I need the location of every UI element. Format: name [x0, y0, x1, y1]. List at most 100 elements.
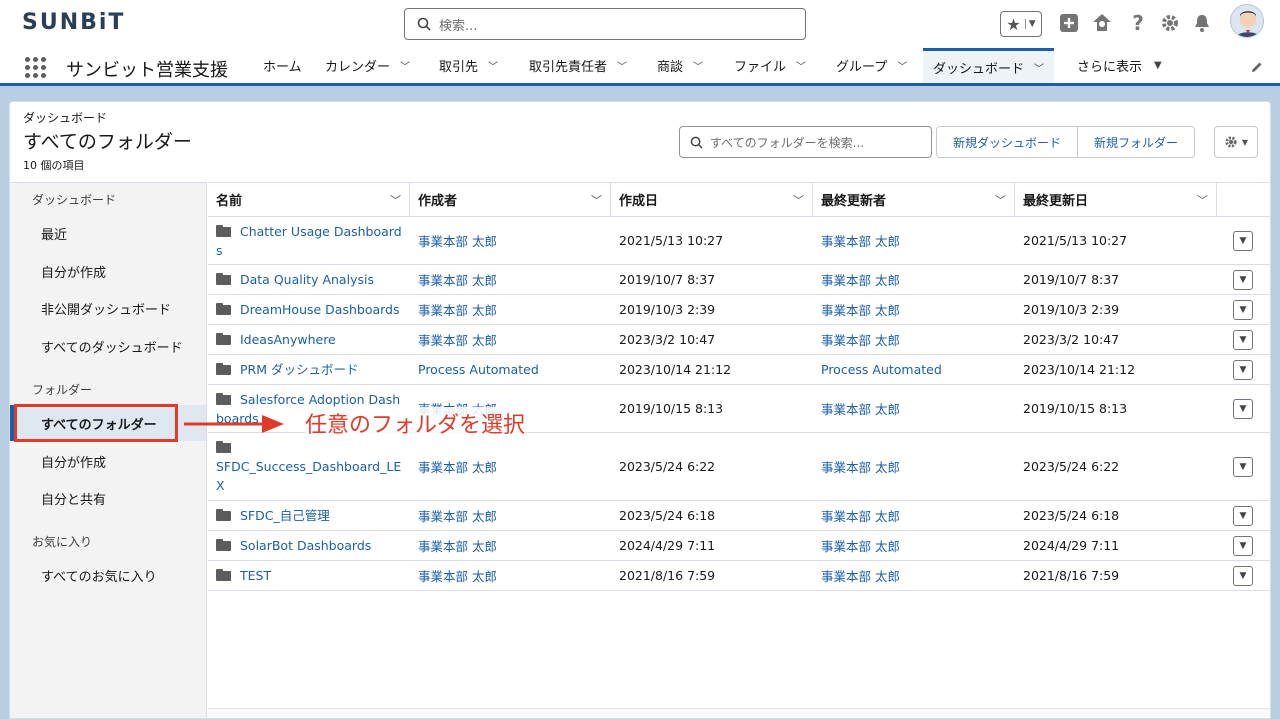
folder-link[interactable]: TEST: [216, 566, 271, 585]
cell-modified-by-link[interactable]: 事業本部 太郎: [813, 501, 1015, 530]
edit-nav-pencil-icon[interactable]: [1250, 59, 1266, 75]
cell-folder-name: SFDC_自己管理: [208, 501, 410, 530]
folder-link[interactable]: IdeasAnywhere: [216, 330, 336, 349]
chevron-down-icon[interactable]: ﹀: [897, 58, 907, 73]
setup-gear-button[interactable]: [1159, 12, 1181, 34]
folder-icon: [216, 273, 231, 285]
nav-tab-calendar[interactable]: カレンダー ﹀: [325, 48, 410, 83]
user-avatar[interactable]: [1230, 4, 1264, 38]
chevron-down-icon[interactable]: ﹀: [796, 58, 806, 73]
header-action-buttons: 新規ダッシュボード 新規フォルダー: [936, 126, 1196, 158]
folder-link[interactable]: SFDC_Success_Dashboard_LEX: [216, 438, 402, 495]
chevron-down-icon[interactable]: ﹀: [488, 58, 498, 73]
column-header-created-by[interactable]: 作成者 ﹀: [410, 182, 611, 217]
mountain-icon: [1093, 14, 1111, 31]
folder-link[interactable]: DreamHouse Dashboards: [216, 300, 400, 319]
new-folder-button[interactable]: 新規フォルダー: [1077, 127, 1195, 157]
column-header-created-date[interactable]: 作成日 ﹀: [611, 182, 813, 217]
new-dashboard-button[interactable]: 新規ダッシュボード: [937, 127, 1078, 157]
chevron-down-icon[interactable]: ﹀: [693, 58, 703, 73]
cell-created-by-link[interactable]: 事業本部 太郎: [410, 295, 611, 324]
row-actions-menu-button[interactable]: ▼: [1233, 457, 1253, 477]
notifications-button[interactable]: [1191, 12, 1213, 34]
row-actions-menu-button[interactable]: ▼: [1233, 399, 1253, 419]
folder-link[interactable]: Data Quality Analysis: [216, 270, 374, 289]
trailhead-button[interactable]: [1091, 12, 1113, 34]
sidebar-item-folders-created-by-me[interactable]: 自分が作成: [10, 443, 206, 479]
row-actions-menu-button[interactable]: ▼: [1233, 231, 1253, 251]
app-launcher-icon[interactable]: [25, 57, 47, 79]
nav-tab-files[interactable]: ファイル ﹀: [734, 48, 806, 83]
row-actions-menu-button[interactable]: ▼: [1233, 330, 1253, 350]
nav-more-menu[interactable]: さらに表示 ▼: [1077, 48, 1162, 83]
cell-created-by-link[interactable]: 事業本部 太郎: [410, 501, 611, 530]
star-icon: ★: [1006, 14, 1021, 34]
cell-created-by-link[interactable]: 事業本部 太郎: [410, 265, 611, 294]
list-settings-button[interactable]: ▼: [1214, 126, 1258, 158]
cell-modified-by-link[interactable]: 事業本部 太郎: [813, 325, 1015, 354]
sidebar-item-created-by-me[interactable]: 自分が作成: [10, 253, 206, 289]
chevron-down-icon[interactable]: ﹀: [591, 192, 602, 208]
cell-modified-by-link[interactable]: 事業本部 太郎: [813, 561, 1015, 590]
row-actions-menu-button[interactable]: ▼: [1233, 566, 1253, 586]
favorites-button[interactable]: ★ ▼: [1000, 11, 1042, 37]
cell-created-by-link[interactable]: 事業本部 太郎: [410, 325, 611, 354]
cell-created-by-link[interactable]: 事業本部 太郎: [410, 433, 611, 500]
nav-tab-dashboards[interactable]: ダッシュボード ﹀: [923, 48, 1055, 83]
cell-modified-by-link[interactable]: 事業本部 太郎: [813, 385, 1015, 432]
cell-created-by-link[interactable]: 事業本部 太郎: [410, 217, 611, 264]
nav-tab-contacts[interactable]: 取引先責任者 ﹀: [529, 48, 627, 83]
chevron-down-icon[interactable]: ﹀: [617, 58, 627, 73]
cell-created-date: 2023/5/24 6:22: [619, 459, 716, 474]
sidebar-item-all-dashboards[interactable]: すべてのダッシュボード: [10, 328, 206, 364]
caret-down-icon[interactable]: ▼: [1154, 60, 1162, 71]
chevron-down-icon[interactable]: ﹀: [793, 192, 804, 208]
cell-modified-by-link[interactable]: 事業本部 太郎: [813, 295, 1015, 324]
row-actions-menu-button[interactable]: ▼: [1233, 270, 1253, 290]
chevron-down-icon[interactable]: ▼: [1024, 19, 1036, 29]
cell-modified-by-link[interactable]: 事業本部 太郎: [813, 531, 1015, 560]
cell-modified-by-link[interactable]: Process Automated: [813, 355, 1015, 384]
company-logo[interactable]: SUNBiT: [22, 10, 125, 35]
nav-tab-groups[interactable]: グループ ﹀: [836, 48, 907, 83]
column-header-modified-by[interactable]: 最終更新者 ﹀: [813, 182, 1015, 217]
cell-modified-by-link[interactable]: 事業本部 太郎: [813, 433, 1015, 500]
sidebar-item-recent[interactable]: 最近: [10, 215, 206, 251]
sidebar-item-shared-with-me[interactable]: 自分と共有: [10, 480, 206, 516]
cell-folder-name: PRM ダッシュボード: [208, 355, 410, 384]
cell-created-date: 2023/10/14 21:12: [619, 362, 732, 377]
column-header-modified-date[interactable]: 最終更新日 ﹀: [1015, 182, 1217, 217]
folder-link[interactable]: SolarBot Dashboards: [216, 536, 371, 555]
folder-search-input[interactable]: すべてのフォルダーを検索...: [679, 126, 932, 158]
cell-created-by-link[interactable]: 事業本部 太郎: [410, 561, 611, 590]
chevron-down-icon[interactable]: ﹀: [390, 192, 401, 208]
app-navigation-bar: サンビット営業支援 ホーム カレンダー ﹀ 取引先 ﹀ 取引先責任者 ﹀ 商談 ﹀ ファ…: [0, 48, 1280, 86]
sidebar-item-private-dashboards[interactable]: 非公開ダッシュボード: [10, 290, 206, 326]
chevron-down-icon[interactable]: ﹀: [1034, 60, 1044, 75]
chevron-down-icon[interactable]: ﹀: [995, 192, 1006, 208]
folder-link[interactable]: PRM ダッシュボード: [216, 360, 358, 379]
sidebar-item-all-favorites[interactable]: すべてのお気に入り: [10, 557, 206, 593]
row-actions-menu-button[interactable]: ▼: [1233, 506, 1253, 526]
nav-tab-opportunities[interactable]: 商談 ﹀: [657, 48, 703, 83]
row-actions-menu-button[interactable]: ▼: [1233, 360, 1253, 380]
cell-modified-by-link[interactable]: 事業本部 太郎: [813, 265, 1015, 294]
help-icon[interactable]: ?: [1127, 11, 1149, 35]
cell-created-by-link[interactable]: Process Automated: [410, 355, 611, 384]
folder-link[interactable]: Chatter Usage Dashboards: [216, 222, 402, 260]
row-actions-menu-button[interactable]: ▼: [1233, 300, 1253, 320]
row-actions-menu-button[interactable]: ▼: [1233, 536, 1253, 556]
cell-created-by-link[interactable]: 事業本部 太郎: [410, 531, 611, 560]
global-create-button[interactable]: [1058, 12, 1080, 34]
cell-modified-date: 2019/10/3 2:39: [1023, 302, 1120, 317]
global-search-input[interactable]: 検索...: [404, 8, 806, 40]
nav-tab-home[interactable]: ホーム: [263, 48, 302, 83]
folder-link[interactable]: SFDC_自己管理: [216, 506, 330, 525]
nav-tab-accounts[interactable]: 取引先 ﹀: [439, 48, 498, 83]
chevron-down-icon[interactable]: ﹀: [1197, 192, 1208, 208]
cell-modified-by-link[interactable]: 事業本部 太郎: [813, 217, 1015, 264]
column-header-name[interactable]: 名前 ﹀: [208, 182, 410, 217]
column-header-actions: [1217, 182, 1270, 217]
plus-square-icon: [1060, 14, 1078, 32]
chevron-down-icon[interactable]: ﹀: [400, 58, 410, 73]
